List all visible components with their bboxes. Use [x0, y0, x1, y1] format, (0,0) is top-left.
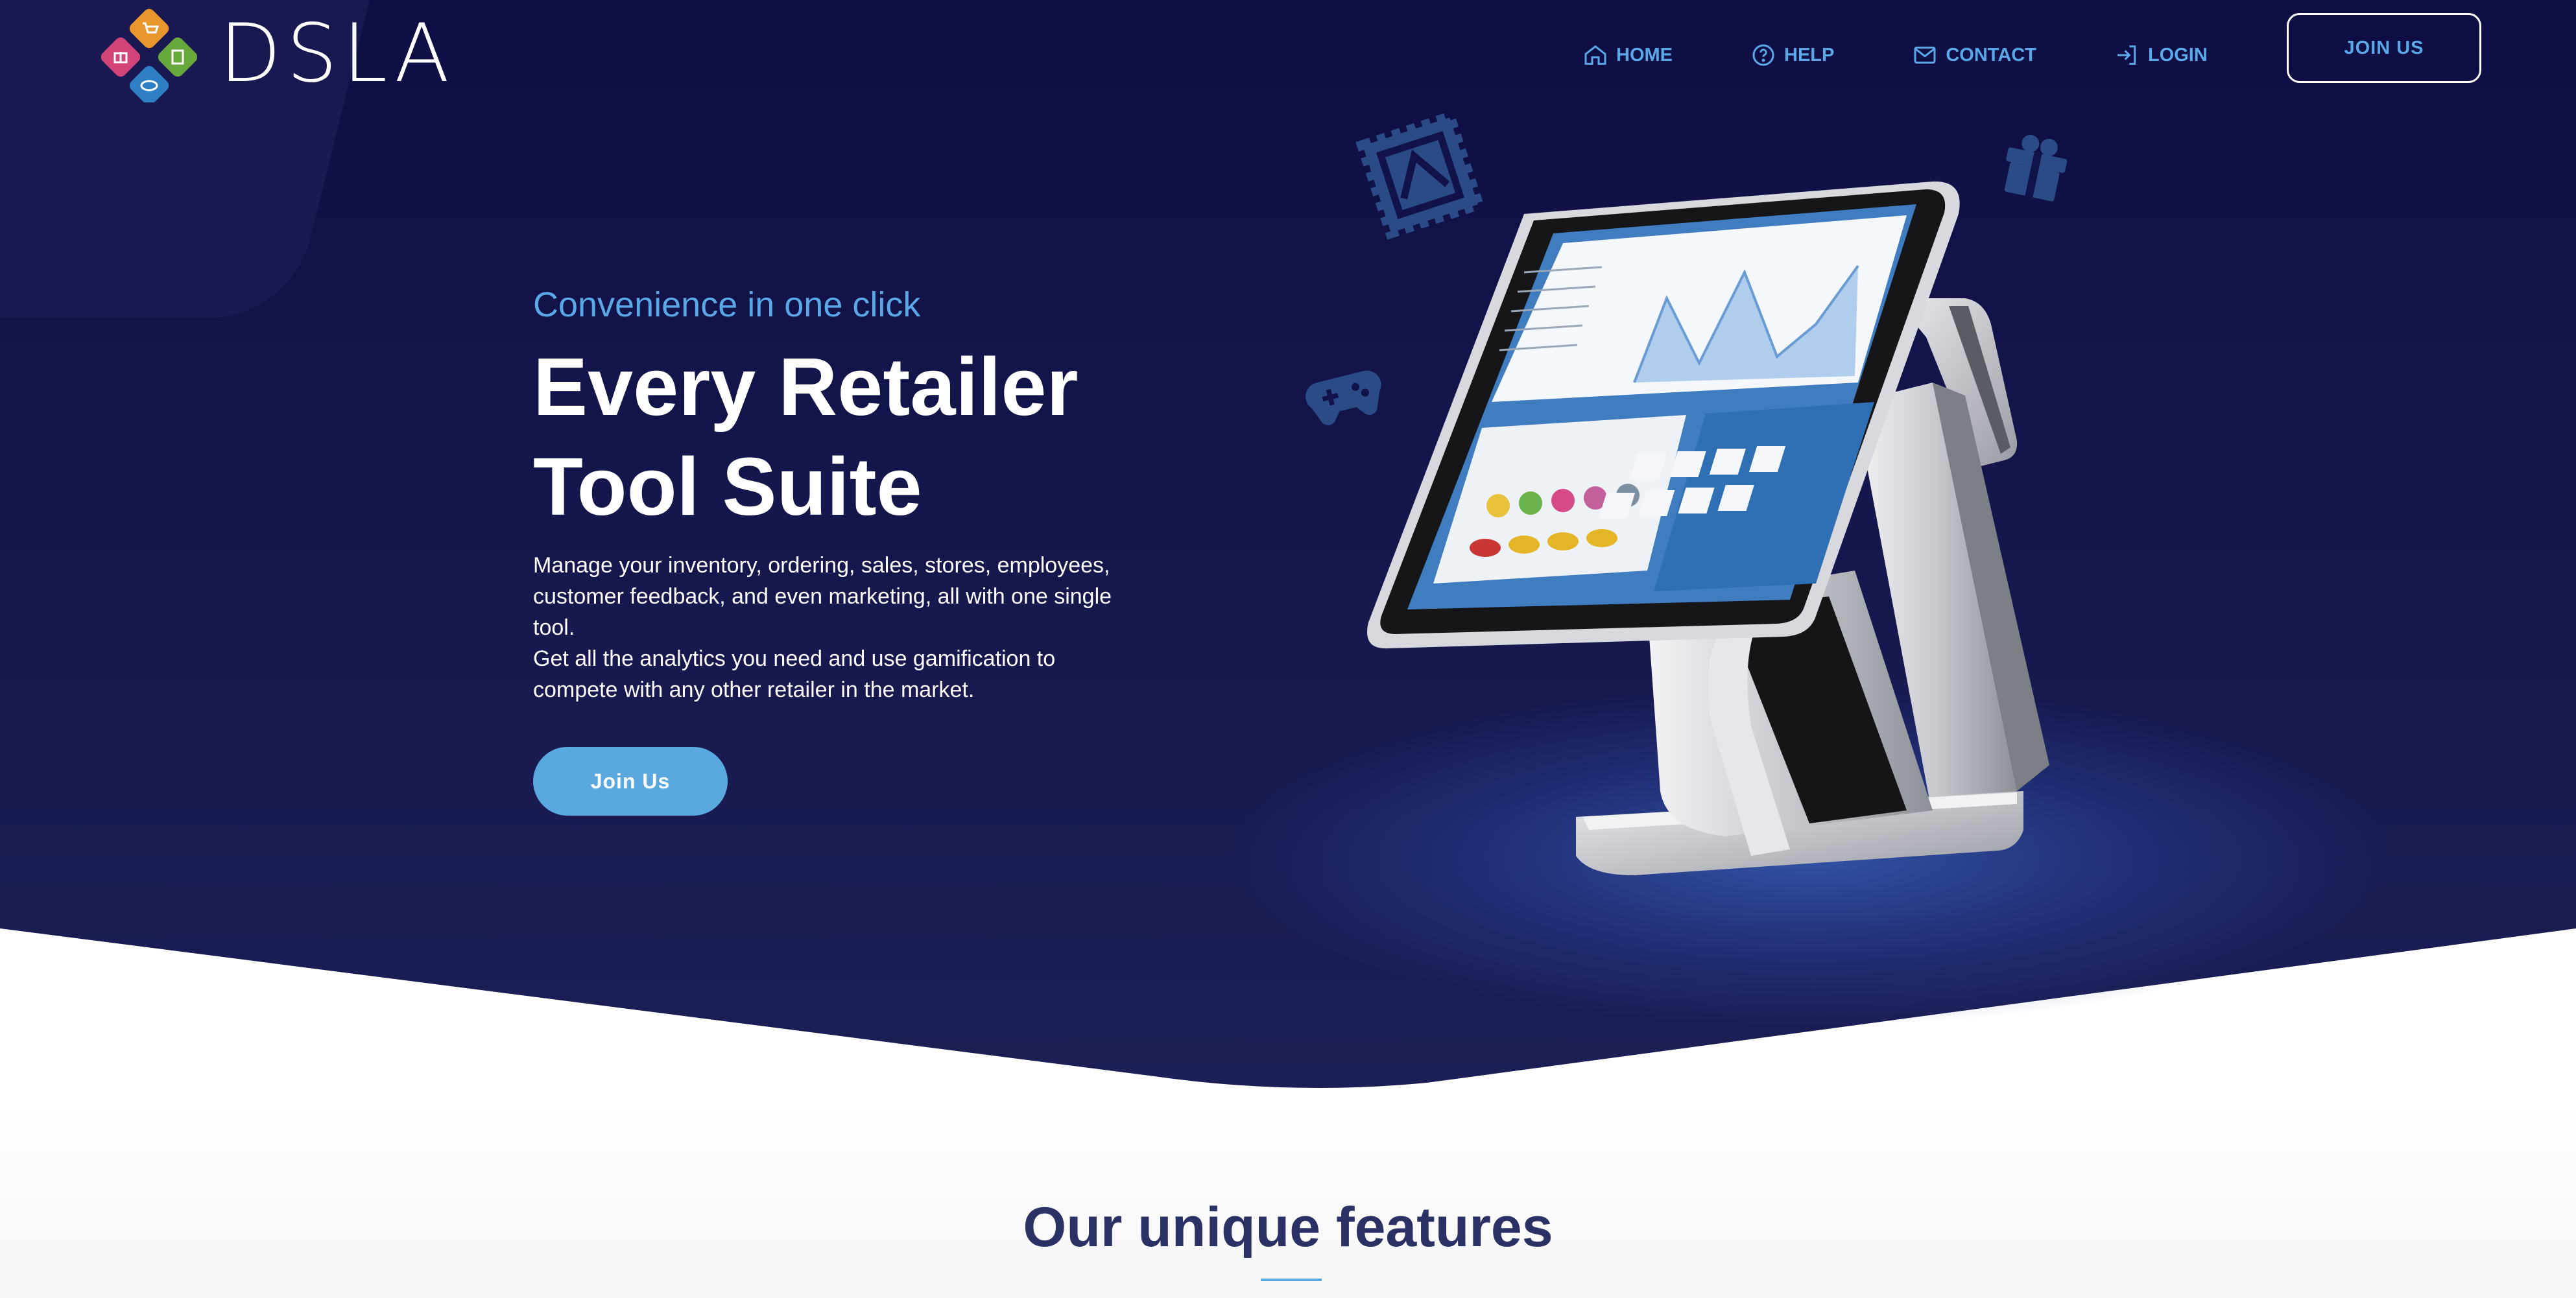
nav-login[interactable]: LOGIN	[2114, 39, 2208, 71]
nav-home-label: HOME	[1616, 44, 1673, 65]
features-title: Our unique features	[1023, 1196, 1553, 1258]
nav-contact-label: CONTACT	[1946, 44, 2036, 65]
home-icon	[1584, 45, 1606, 65]
nav-contact[interactable]: CONTACT	[1912, 39, 2036, 71]
mail-icon	[1914, 46, 1936, 64]
hero-title-line2: Tool Suite	[533, 441, 922, 532]
nav-home[interactable]: HOME	[1582, 39, 1673, 71]
logo[interactable]: DSLA	[97, 5, 455, 102]
join-us-nav-button[interactable]: JOIN US	[2287, 13, 2481, 83]
help-icon	[1752, 44, 1774, 66]
nav-help-label: HELP	[1784, 44, 1835, 65]
pos-terminal-illustration	[1367, 181, 2049, 875]
hero-description-1: Manage your inventory, ordering, sales, …	[533, 553, 1112, 640]
join-us-hero-button[interactable]: Join Us	[533, 747, 728, 816]
logo-text: DSLA	[219, 7, 455, 100]
nav-login-label: LOGIN	[2147, 44, 2208, 65]
hero-eyebrow: Convenience in one click	[533, 285, 921, 324]
hero-title-line1: Every Retailer	[533, 341, 1079, 432]
login-icon	[2117, 45, 2136, 65]
features-underline	[1261, 1279, 1322, 1281]
hero-description: Manage your inventory, ordering, sales, …	[533, 550, 1136, 705]
logo-diamonds-icon	[101, 8, 198, 102]
hero-description-2: Get all the analytics you need and use g…	[533, 646, 1056, 702]
main-nav: HOME HELP CONTACT LOGIN	[1582, 39, 2285, 71]
nav-help[interactable]: HELP	[1750, 39, 1834, 71]
hero-title: Every Retailer Tool Suite	[533, 337, 1246, 537]
landing-page: DSLA HOME HELP CONTACT LOGIN JOIN US Con…	[0, 0, 2576, 1298]
